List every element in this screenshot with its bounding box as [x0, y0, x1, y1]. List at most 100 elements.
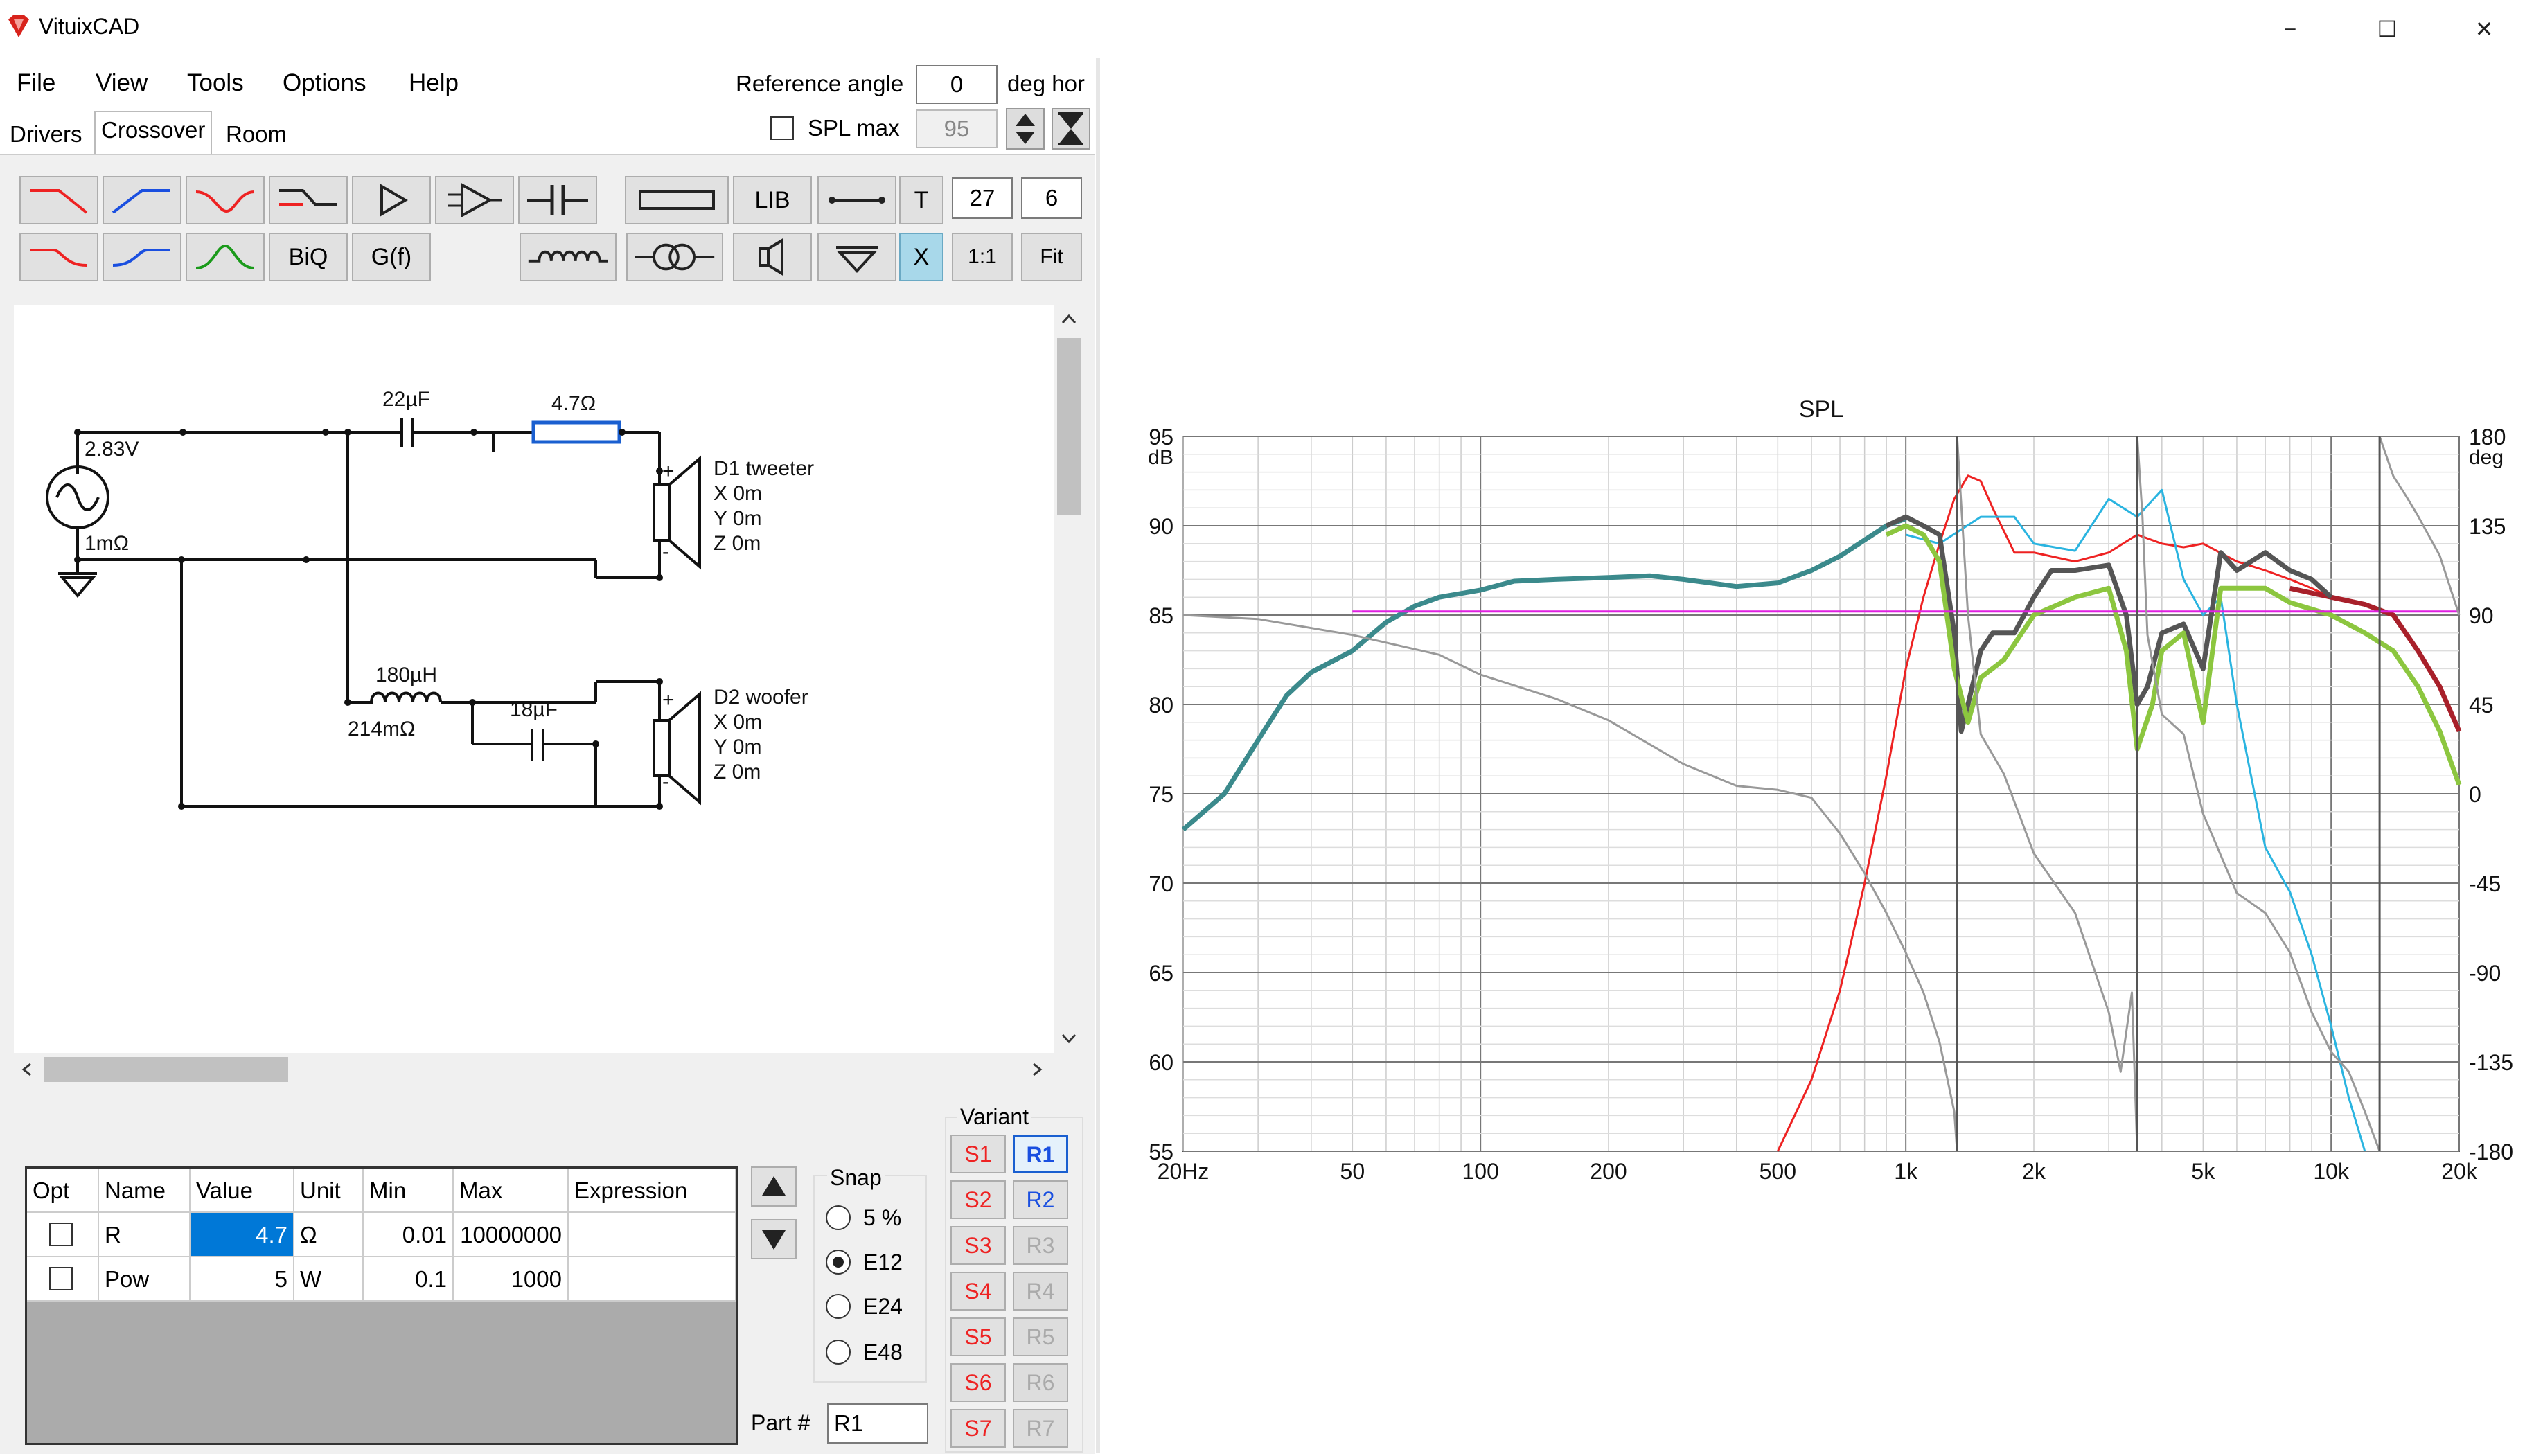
notch-button[interactable]: [186, 176, 265, 224]
variant-r4-button[interactable]: R4: [1013, 1272, 1068, 1311]
snap-radio-e48[interactable]: [826, 1340, 851, 1365]
row-value[interactable]: 4.7: [191, 1213, 294, 1257]
snap-radio-e24[interactable]: [826, 1294, 851, 1319]
table-row: [27, 1257, 99, 1302]
variant-r1-button[interactable]: R1: [1013, 1135, 1068, 1173]
spl-chart-panel: SPL 95 90 85 80 75 70 65 60 55 dB 180 135 90 45 0 -45 -90…: [1108, 58, 2525, 1453]
inductor-button[interactable]: [520, 233, 617, 281]
spl-spin-button[interactable]: [1006, 108, 1045, 150]
row-unit[interactable]: W: [294, 1257, 364, 1302]
menu-help[interactable]: Help: [409, 69, 459, 97]
resistor-button[interactable]: [625, 176, 729, 224]
part-number-input[interactable]: R1: [827, 1403, 928, 1444]
d1-minus: -: [662, 540, 669, 563]
row-value[interactable]: 5: [191, 1257, 294, 1302]
part-table[interactable]: Opt Name Value Unit Min Max Expression R…: [25, 1166, 738, 1445]
row-expression[interactable]: [569, 1213, 736, 1257]
x-tick: 5k: [2191, 1159, 2215, 1184]
y-right-unit: deg: [2469, 446, 2504, 469]
transformer-button[interactable]: [626, 233, 723, 281]
bandpass-button[interactable]: [186, 233, 265, 281]
move-down-button[interactable]: [751, 1219, 797, 1259]
schematic-horizontal-scrollbar[interactable]: [14, 1053, 1054, 1086]
spl-fit-button[interactable]: [1052, 108, 1090, 150]
d2-minus: -: [662, 770, 669, 793]
variant-r2-button[interactable]: R2: [1013, 1180, 1068, 1219]
reference-angle-input[interactable]: 0: [916, 65, 998, 104]
biquad-button[interactable]: BiQ: [269, 233, 348, 281]
menu-tools[interactable]: Tools: [187, 69, 244, 97]
opamp-button[interactable]: [435, 176, 514, 224]
spl-max-input[interactable]: 95: [916, 109, 998, 148]
snap-radio-e12[interactable]: [826, 1250, 851, 1275]
row-max[interactable]: 1000: [454, 1257, 569, 1302]
menu-file[interactable]: File: [17, 69, 55, 97]
menu-options[interactable]: Options: [283, 69, 366, 97]
variant-s7-button[interactable]: S7: [950, 1409, 1006, 1448]
minimize-button[interactable]: −: [2262, 7, 2318, 51]
variant-s6-button[interactable]: S6: [950, 1363, 1006, 1402]
capacitor-button[interactable]: [518, 176, 597, 224]
buffer-button[interactable]: [352, 176, 431, 224]
d1-plus: +: [662, 460, 675, 483]
lowpass2-button[interactable]: [19, 233, 98, 281]
highpass2-button[interactable]: [103, 233, 181, 281]
variant-s2-button[interactable]: S2: [950, 1180, 1006, 1219]
x-toggle-button[interactable]: X: [899, 233, 943, 281]
close-button[interactable]: ✕: [2456, 7, 2512, 51]
tab-crossover[interactable]: Crossover: [94, 111, 213, 154]
t-value2-input[interactable]: 6: [1021, 177, 1082, 219]
library-button[interactable]: LIB: [733, 176, 812, 224]
lowpass-button[interactable]: [19, 176, 98, 224]
ground-button[interactable]: [817, 233, 896, 281]
row-expression[interactable]: [569, 1257, 736, 1302]
row-min[interactable]: 0.1: [364, 1257, 454, 1302]
opt-checkbox[interactable]: [49, 1223, 73, 1246]
snap-radio-5pct[interactable]: [826, 1205, 851, 1230]
tab-drivers[interactable]: Drivers: [4, 116, 88, 152]
zoom-1to1-button[interactable]: 1:1: [952, 233, 1013, 281]
row-unit[interactable]: Ω: [294, 1213, 364, 1257]
opt-checkbox[interactable]: [49, 1267, 73, 1290]
variant-r5-button[interactable]: R5: [1013, 1317, 1068, 1356]
panel-splitter[interactable]: [1096, 58, 1100, 1453]
text-button[interactable]: T: [899, 176, 943, 224]
y-left-unit: dB: [1148, 446, 1173, 469]
wire-button[interactable]: [817, 176, 896, 224]
shelf-button[interactable]: [269, 176, 348, 224]
menu-view[interactable]: View: [96, 69, 148, 97]
title-bar: VituixCAD − ☐ ✕: [0, 0, 2525, 58]
variant-s5-button[interactable]: S5: [950, 1317, 1006, 1356]
variant-s4-button[interactable]: S4: [950, 1272, 1006, 1311]
row-name[interactable]: Pow: [99, 1257, 191, 1302]
schematic-vertical-scrollbar[interactable]: [1054, 305, 1083, 1053]
variant-s3-button[interactable]: S3: [950, 1226, 1006, 1265]
variant-s1-button[interactable]: S1: [950, 1135, 1006, 1173]
move-up-button[interactable]: [751, 1166, 797, 1207]
driver-button[interactable]: [733, 233, 812, 281]
zoom-fit-button[interactable]: Fit: [1021, 233, 1082, 281]
variant-r7-button[interactable]: R7: [1013, 1409, 1068, 1448]
c2-label: 18µF: [510, 698, 558, 721]
opamp-icon: [448, 182, 502, 218]
d2-name: D2 woofer: [714, 686, 808, 709]
schematic-canvas[interactable]: 2.83V 1mΩ 22µF 4.7Ω 180µH 214mΩ 18µF D1 …: [14, 305, 1054, 1053]
chart-title: SPL: [1799, 396, 1843, 423]
row-min[interactable]: 0.01: [364, 1213, 454, 1257]
tab-room[interactable]: Room: [220, 116, 292, 152]
variant-r3-button[interactable]: R3: [1013, 1226, 1068, 1265]
snap-e48-label: E48: [863, 1340, 903, 1365]
spl-chart[interactable]: SPL959085807570656055dB18013590450-45-90…: [1108, 58, 2525, 1453]
t-value1-input[interactable]: 27: [952, 177, 1013, 219]
reference-angle-label: Reference angle: [736, 71, 904, 96]
spl-max-checkbox[interactable]: [770, 116, 794, 140]
variant-label: Variant: [957, 1104, 1032, 1130]
variant-r6-button[interactable]: R6: [1013, 1363, 1068, 1402]
y-left-tick: 80: [1149, 693, 1173, 718]
maximize-button[interactable]: ☐: [2359, 7, 2415, 51]
highpass-button[interactable]: [103, 176, 181, 224]
transfer-function-button[interactable]: G(f): [352, 233, 431, 281]
row-max[interactable]: 10000000: [454, 1213, 569, 1257]
row-name[interactable]: R: [99, 1213, 191, 1257]
y-right-tick: 0: [2469, 782, 2481, 807]
